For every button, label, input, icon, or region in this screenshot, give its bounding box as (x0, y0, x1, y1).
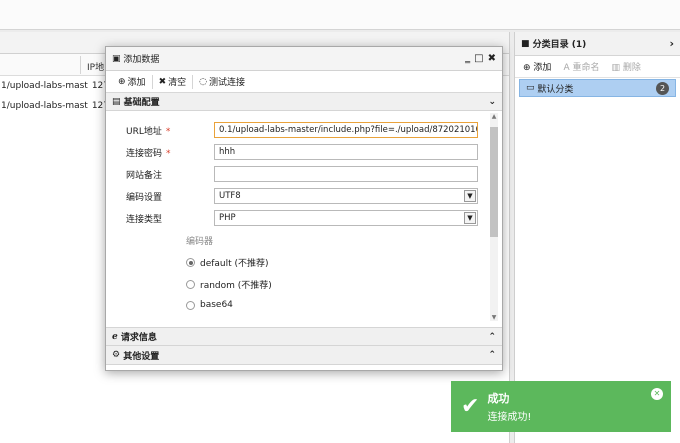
encoding-select[interactable]: UTF8 ▼ (214, 188, 478, 204)
cogs-icon: ⚙ (112, 350, 124, 360)
close-icon[interactable]: ✖ (488, 53, 496, 64)
category-title: 分类目录 (1) (532, 40, 587, 50)
row-url: 1/upload-labs-mast (1, 101, 88, 111)
dialog-toolbar: ⊕ 添加 ✖ 清空 ◌ 测试连接 (106, 71, 502, 93)
scroll-down-icon[interactable]: ▼ (490, 314, 498, 321)
section-other-settings[interactable]: ⚙ 其他设置 ⌃ (106, 346, 502, 365)
chevron-up-icon[interactable]: ⌃ (488, 350, 496, 360)
trash-icon: ▥ (611, 63, 621, 73)
maximize-icon[interactable]: □ (474, 53, 483, 64)
clear-button[interactable]: ✖ 清空 (153, 71, 193, 93)
minimize-icon[interactable]: ‗ (465, 53, 470, 64)
note-input[interactable] (214, 166, 478, 182)
category-count-badge: 2 (656, 81, 669, 95)
toast-close-icon[interactable]: ✕ (651, 388, 663, 400)
chevron-down-icon[interactable]: ⌄ (488, 97, 496, 107)
section-basic-config[interactable]: ▤ 基础配置 ⌄ (106, 93, 502, 111)
url-label: URL地址 * (126, 127, 171, 137)
toast-message: 连接成功! (487, 412, 532, 423)
chevron-up-icon[interactable]: ⌃ (488, 332, 496, 342)
spinner-icon: ◌ (199, 76, 207, 87)
category-item-label: 默认分类 (537, 84, 574, 95)
section-basic-label: 基础配置 (123, 98, 160, 108)
test-connection-button[interactable]: ◌ 测试连接 (193, 71, 251, 93)
encoder-option-label: random (不推荐) (200, 281, 272, 291)
password-label: 连接密码 * (126, 149, 171, 159)
x-icon: ✖ (158, 76, 167, 87)
radio-checked-icon (186, 258, 195, 267)
scroll-up-icon[interactable]: ▲ (490, 113, 498, 120)
encoder-label: 编码器 (186, 237, 214, 247)
section-other-label: 其他设置 (123, 351, 160, 362)
test-connection-label: 测试连接 (208, 78, 245, 88)
column-divider[interactable] (80, 56, 81, 74)
encoder-option-label: base64 (200, 300, 233, 310)
chevron-down-icon: ▼ (464, 190, 476, 202)
type-label: 连接类型 (126, 215, 163, 225)
radio-icon (186, 300, 195, 310)
plus-circle-icon: ⊕ (118, 76, 126, 87)
font-icon: A (563, 63, 570, 73)
section-request-label: 请求信息 (120, 333, 157, 343)
encoder-option-default[interactable]: default (不推荐) (186, 256, 269, 269)
basic-config-form: URL地址 * 0.1/upload-labs-master/include.ph… (106, 111, 502, 327)
plus-circle-icon: ⊕ (523, 63, 531, 73)
encoding-label: 编码设置 (126, 193, 163, 203)
category-rename-label: 重命名 (572, 63, 600, 73)
column-header-ip[interactable]: IP地 (87, 60, 104, 73)
category-add-button[interactable]: ⊕ 添加 (523, 60, 551, 73)
category-delete-label: 删除 (622, 63, 641, 73)
category-delete-button[interactable]: ▥ 删除 (612, 60, 641, 73)
encoder-option-label: default (不推荐) (200, 259, 269, 269)
section-request-info[interactable]: ℯ 请求信息 ⌃ (106, 327, 502, 346)
add-data-dialog: ▣ 添加数据 ‗ □ ✖ ⊕ 添加 ✖ 清空 ◌ 测试连接 ▤ 基础配置 ⌄ URL地… (105, 46, 503, 371)
type-select[interactable]: PHP ▼ (214, 210, 478, 226)
toast-title: 成功 (487, 392, 510, 405)
top-bar (0, 0, 680, 30)
category-toolbar: ⊕ 添加 A 重命名 ▥ 删除 (515, 56, 680, 78)
url-input[interactable]: 0.1/upload-labs-master/include.php?file=… (214, 122, 478, 138)
chevron-down-icon: ▼ (464, 212, 476, 224)
row-url: 1/upload-labs-mast (1, 81, 88, 91)
file-icon: ▤ (112, 96, 124, 107)
scrollbar-thumb[interactable] (490, 127, 498, 237)
category-item-default[interactable]: ▭ 默认分类 2 (519, 79, 676, 97)
ie-icon: ℯ (112, 331, 121, 342)
encoding-value: UTF8 (219, 191, 241, 201)
dialog-titlebar[interactable]: ▣ 添加数据 ‗ □ ✖ (106, 47, 502, 71)
success-toast: ✔ 成功 连接成功! ✕ (451, 381, 671, 432)
form-scrollbar[interactable]: ▲ ▼ (490, 113, 498, 321)
encoder-option-base64[interactable]: base64 (186, 300, 233, 310)
note-label: 网站备注 (126, 171, 163, 181)
add-button-label: 添加 (127, 78, 146, 88)
clear-button-label: 清空 (168, 78, 187, 88)
category-add-label: 添加 (533, 63, 552, 73)
encoder-option-random[interactable]: random (不推荐) (186, 278, 272, 291)
chevron-right-icon[interactable]: › (669, 37, 674, 50)
window-icon: ▣ (112, 53, 124, 64)
category-header[interactable]: ■ 分类目录 (1) › (515, 32, 680, 56)
folder-icon: ■ (521, 38, 533, 49)
dialog-title: 添加数据 (123, 55, 160, 65)
type-value: PHP (219, 213, 236, 223)
folder-open-icon: ▭ (526, 83, 538, 93)
category-rename-button[interactable]: A 重命名 (563, 60, 599, 73)
check-icon: ✔ (461, 394, 480, 419)
password-input[interactable]: hhh (214, 144, 478, 160)
radio-icon (186, 280, 195, 289)
add-button[interactable]: ⊕ 添加 (112, 71, 152, 93)
